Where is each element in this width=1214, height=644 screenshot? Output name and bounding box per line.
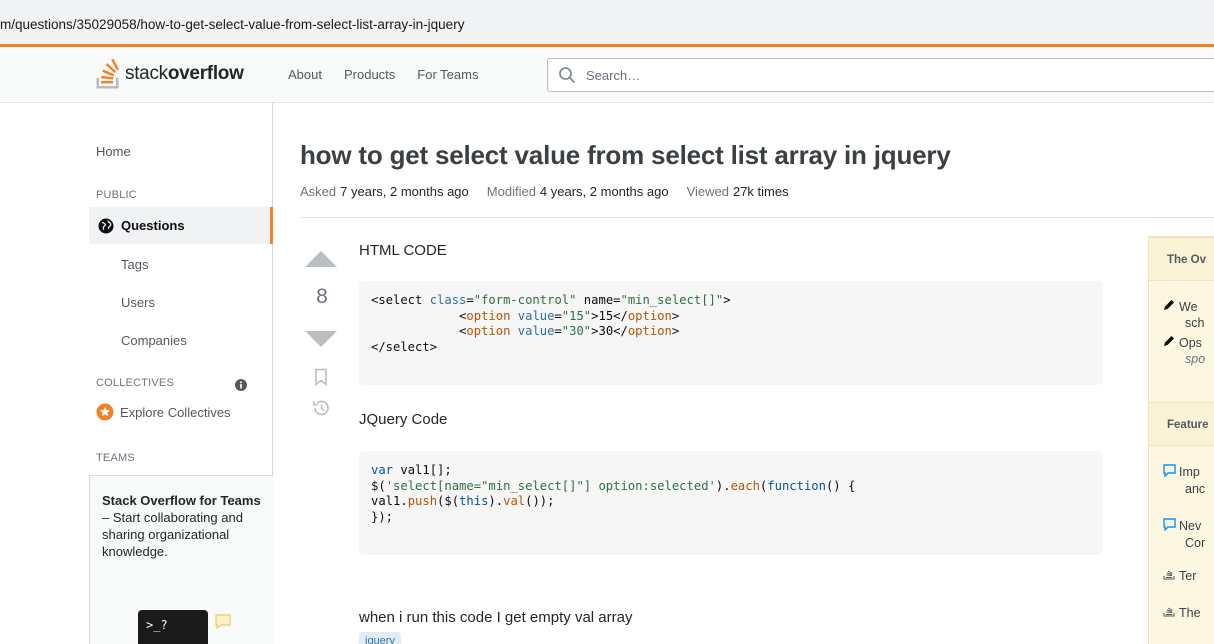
sidebar-item-explore-collectives[interactable]: Explore Collectives [96,403,231,421]
search-input[interactable]: Search… [547,58,1214,92]
chat-icon [1163,518,1179,535]
history-icon[interactable] [311,398,331,418]
jquery-code-block[interactable]: var val1[]; $('select[name="min_select[]… [359,451,1103,555]
nav-products[interactable]: Products [333,59,406,90]
pencil-icon [1163,335,1179,351]
search-placeholder: Search… [586,68,641,83]
question-closing-text: when i run this code I get empty val arr… [359,609,633,626]
sidebar-item-users[interactable]: Users [121,295,155,310]
blog-item-2-line1: Ops [1179,336,1202,350]
sidebar-item-companies[interactable]: Companies [121,333,187,348]
featured-item-4[interactable]: The [1163,605,1201,621]
featured-item-2-line1: Nev [1179,519,1202,533]
asked-label: Asked [300,184,337,199]
featured-heading-text: Feature [1167,419,1209,431]
stackoverflow-logo[interactable]: stackoverflow [96,55,244,93]
logo-bold-text: overflow [167,63,244,84]
featured-item-4-line1: The [1179,606,1201,620]
modified-label: Modified [486,184,536,199]
nav-for-teams[interactable]: For Teams [406,59,489,90]
stackoverflow-logo-icon [96,59,119,89]
upvote-arrow-icon[interactable] [303,250,339,268]
featured-item-1-line2: anc [1185,482,1206,496]
question-meta: Asked 7 years, 2 months ago Modified 4 y… [300,184,807,199]
blog-item-1[interactable]: We sch [1163,299,1204,331]
blog-item-1-line2: sch [1185,316,1205,330]
html-code-heading: HTML CODE [359,242,447,259]
bookmark-icon[interactable] [314,368,328,386]
teams-promo: Stack Overflow for Teams – Start collabo… [89,475,273,644]
header-nav: About Products For Teams [277,59,489,90]
viewed-value: 27k times [732,184,789,199]
info-icon[interactable] [235,379,247,391]
sidebar-item-home[interactable]: Home [96,144,131,159]
sidebar-heading-collectives: COLLECTIVES [96,377,175,389]
vote-score: 8 [316,285,328,308]
featured-item-1-line1: Imp [1179,465,1200,479]
page-title[interactable]: how to get select value from select list… [300,140,951,171]
header-divider [300,217,1214,218]
stackexchange-icon [1163,605,1179,621]
chat-bubble-icon [215,614,231,629]
viewed-label: Viewed [686,184,729,199]
blog-heading: The Ov [1149,237,1214,281]
teams-promo-title: Stack Overflow for Teams [102,493,261,508]
sidebar-heading-public: PUBLIC [96,189,137,201]
url-text[interactable]: m/questions/35029058/how-to-get-select-v… [0,17,464,32]
blog-item-2-line2: spo [1185,352,1206,366]
collectives-star-icon [96,403,114,421]
teams-promo-desc: – Start collaborating and sharing organi… [102,510,243,559]
asked-value[interactable]: 7 years, 2 months ago [340,184,469,199]
logo-wordmark: stackoverflow [125,63,244,85]
featured-heading: Feature [1149,402,1214,446]
featured-item-2[interactable]: Nev Cor [1163,518,1205,551]
overflow-blog-panel: The Ov We sch Ops spo Feature Imp anc Ne… [1148,236,1214,644]
featured-item-3[interactable]: Ter [1163,568,1196,584]
featured-item-2-line2: Cor [1185,536,1206,550]
blog-item-1-line1: We [1179,300,1198,314]
logo-light-text: stack [125,63,168,84]
terminal-prompt-text: >_? [146,618,168,632]
featured-item-3-line1: Ter [1179,569,1197,583]
blog-item-2[interactable]: Ops spo [1163,335,1205,367]
jquery-code-heading: JQuery Code [359,411,448,428]
site-header: stackoverflow About Products For Teams S… [0,44,1214,103]
sidebar-item-questions[interactable]: Questions [89,207,273,244]
terminal-illustration: >_? [138,610,208,644]
sidebar-heading-teams: TEAMS [96,452,135,464]
browser-url-bar[interactable]: m/questions/35029058/how-to-get-select-v… [0,0,1214,44]
nav-about[interactable]: About [277,59,333,90]
downvote-arrow-icon[interactable] [303,330,339,348]
chat-icon [1163,464,1179,481]
explore-collectives-label: Explore Collectives [120,404,231,420]
stackexchange-icon [1163,568,1179,584]
globe-icon [98,218,114,234]
blog-heading-text: The Ov [1167,254,1206,266]
search-icon [559,67,575,83]
sidebar-item-tags[interactable]: Tags [121,257,148,272]
modified-value[interactable]: 4 years, 2 months ago [540,184,669,199]
teams-promo-text: Stack Overflow for Teams – Start collabo… [102,492,262,560]
html-code-block[interactable]: <select class="form-control" name="min_s… [359,281,1103,385]
sidebar-item-questions-label: Questions [121,218,185,233]
left-sidebar: Home PUBLIC Questions Tags Users Compani… [0,103,273,644]
tag-jquery[interactable]: jquery [359,632,401,644]
featured-item-1[interactable]: Imp anc [1163,464,1205,497]
pencil-icon [1163,299,1179,315]
